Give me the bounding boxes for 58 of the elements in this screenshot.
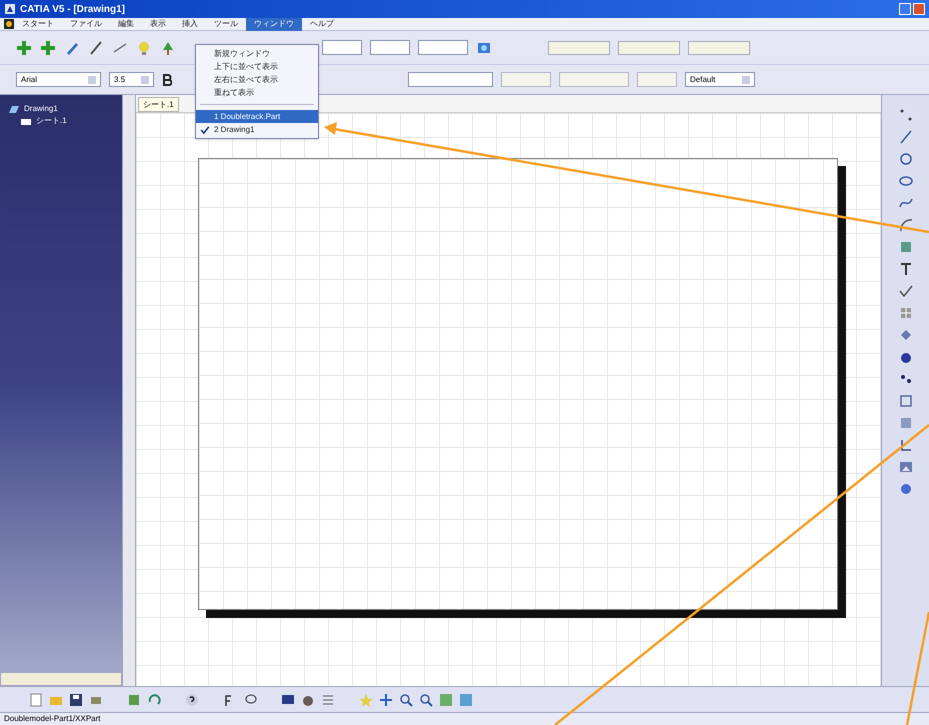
layer-dropdown[interactable] xyxy=(418,40,468,55)
plus-icon[interactable] xyxy=(40,40,56,56)
minimize-button[interactable] xyxy=(899,3,911,15)
size-dropdown[interactable]: 3.5 xyxy=(109,72,154,87)
menu-item[interactable]: 新規ウィンドウ xyxy=(196,47,318,60)
menu-item[interactable]: スタート xyxy=(14,18,62,30)
tree-icon[interactable] xyxy=(160,40,176,56)
circle-icon[interactable] xyxy=(898,151,914,167)
new-document-icon[interactable] xyxy=(28,692,44,708)
menu-item[interactable]: 1 Doubletrack.Part xyxy=(196,110,318,123)
coordinate-field[interactable] xyxy=(618,40,680,54)
arc-icon[interactable] xyxy=(898,217,914,233)
bold-icon[interactable] xyxy=(162,74,172,86)
zoom-out-icon[interactable] xyxy=(418,692,434,708)
menu-item[interactable]: ファイル xyxy=(62,18,110,30)
menu-item[interactable]: ウィンドウ xyxy=(246,18,302,30)
menu-item[interactable]: 2 Drawing1 xyxy=(196,123,318,136)
menu-item[interactable]: 表示 xyxy=(142,18,174,30)
coordinate-field[interactable] xyxy=(548,40,610,54)
line-icon[interactable] xyxy=(898,129,914,145)
close-button[interactable] xyxy=(913,3,925,15)
lamp-icon[interactable] xyxy=(136,40,152,56)
sheet-icon xyxy=(20,116,32,126)
horizontal-scrollbar[interactable] xyxy=(0,672,122,686)
dot-grid-icon[interactable] xyxy=(898,107,914,123)
help-icon[interactable] xyxy=(184,692,200,708)
menu-item[interactable]: 重ねて表示 xyxy=(196,86,318,99)
status-text: Doublemodel-Part1/XXPart xyxy=(4,713,100,725)
star-icon[interactable] xyxy=(358,692,374,708)
plus-icon[interactable] xyxy=(16,40,32,56)
menu-item[interactable]: ツール xyxy=(206,18,246,30)
window-title: CATIA V5 - [Drawing1] xyxy=(20,2,126,16)
menu-item[interactable]: 上下に並べて表示 xyxy=(196,60,318,73)
menu-item[interactable]: 編集 xyxy=(110,18,142,30)
sheet-tab[interactable]: シート.1 xyxy=(138,97,179,112)
undo-icon[interactable] xyxy=(146,692,162,708)
frame-icon[interactable] xyxy=(898,393,914,409)
move-icon[interactable] xyxy=(378,692,394,708)
save-icon[interactable] xyxy=(68,692,84,708)
line-icon[interactable] xyxy=(88,40,104,56)
document-icon xyxy=(8,104,20,114)
tree-item[interactable]: シート.1 xyxy=(36,115,67,127)
font-dropdown[interactable]: Arial xyxy=(16,72,101,87)
tree-item[interactable]: Drawing1 xyxy=(24,103,58,115)
coordinate-field[interactable] xyxy=(688,40,750,54)
view-dropdown[interactable] xyxy=(322,40,362,55)
menu-item[interactable]: 左右に並べて表示 xyxy=(196,73,318,86)
menu-item[interactable]: ヘルプ xyxy=(302,18,342,30)
app-icon xyxy=(4,3,16,15)
picture-frame-icon[interactable] xyxy=(898,459,914,475)
style-dropdown[interactable]: Default xyxy=(685,72,755,87)
menu-item[interactable]: 挿入 xyxy=(174,18,206,30)
app-icon xyxy=(4,19,14,29)
scale-dropdown[interactable] xyxy=(370,40,410,55)
text-frame-dropdown[interactable] xyxy=(408,72,493,87)
check-icon[interactable] xyxy=(898,283,914,299)
zoom-in-icon[interactable] xyxy=(398,692,414,708)
vertical-scrollbar[interactable] xyxy=(122,95,136,686)
